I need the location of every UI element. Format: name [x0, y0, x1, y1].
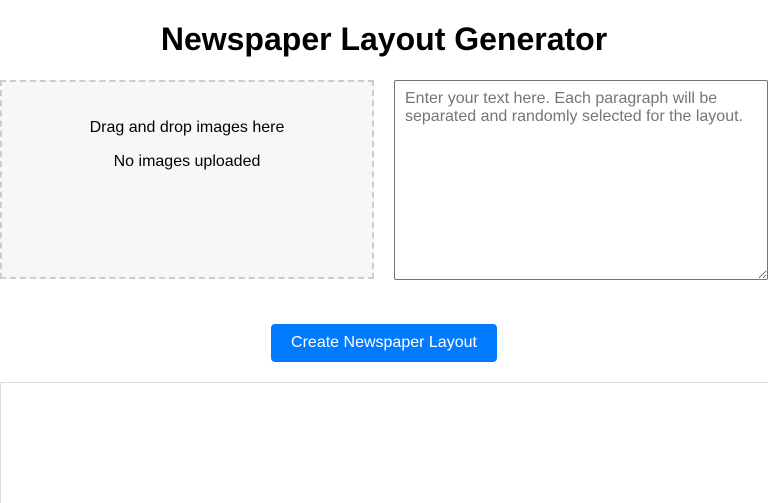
- page-title: Newspaper Layout Generator: [160, 21, 608, 57]
- article-text-input[interactable]: [394, 80, 768, 280]
- newspaper-layout-output: [0, 382, 768, 503]
- drop-zone-prompt: Drag and drop images here: [89, 119, 285, 136]
- image-drop-zone[interactable]: Drag and drop images here No images uplo…: [0, 80, 374, 279]
- upload-status: No images uploaded: [113, 153, 261, 170]
- create-layout-button[interactable]: Create Newspaper Layout: [271, 324, 497, 362]
